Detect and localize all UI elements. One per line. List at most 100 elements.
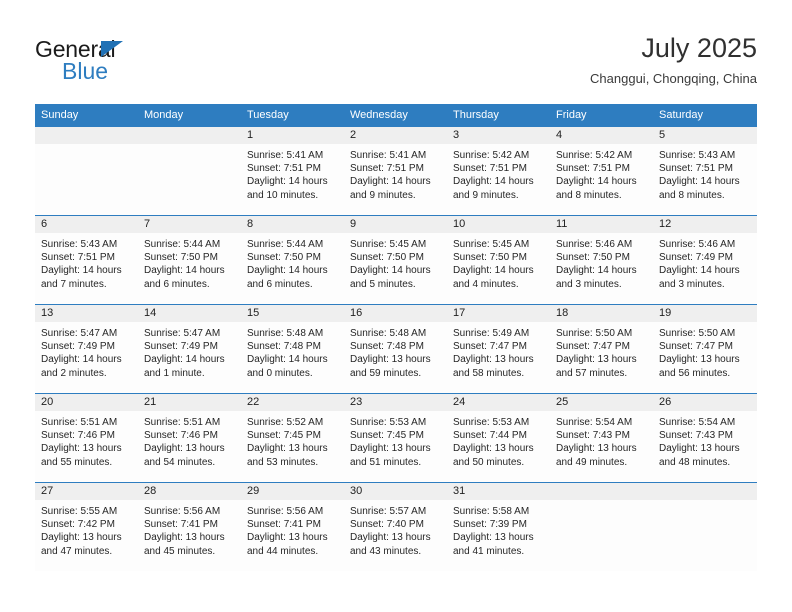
day-cell[interactable]: 10 Sunrise: 5:45 AM Sunset: 7:50 PM Dayl… (447, 215, 550, 305)
day-number: 5 (653, 127, 757, 144)
day-details: Sunrise: 5:56 AM Sunset: 7:41 PM Dayligh… (138, 500, 241, 558)
daylight-text-line1: Daylight: 13 hours (350, 532, 431, 544)
day-cell[interactable]: 14 Sunrise: 5:47 AM Sunset: 7:49 PM Dayl… (138, 304, 241, 394)
day-cell[interactable]: 28 Sunrise: 5:56 AM Sunset: 7:41 PM Dayl… (138, 482, 241, 571)
day-details: Sunrise: 5:48 AM Sunset: 7:48 PM Dayligh… (344, 322, 447, 380)
weekday-header-monday: Monday (138, 104, 241, 127)
day-cell[interactable]: 25 Sunrise: 5:54 AM Sunset: 7:43 PM Dayl… (550, 393, 653, 483)
day-cell[interactable]: 24 Sunrise: 5:53 AM Sunset: 7:44 PM Dayl… (447, 393, 550, 483)
day-cell[interactable]: 18 Sunrise: 5:50 AM Sunset: 7:47 PM Dayl… (550, 304, 653, 394)
day-number: 30 (344, 483, 447, 500)
sunset-text: Sunset: 7:45 PM (350, 430, 424, 442)
daylight-text-line2: and 1 minute. (144, 367, 205, 379)
day-number: 9 (344, 216, 447, 233)
sunset-text: Sunset: 7:46 PM (144, 430, 218, 442)
day-number: 10 (447, 216, 550, 233)
day-details (138, 144, 241, 149)
day-cell[interactable]: 7 Sunrise: 5:44 AM Sunset: 7:50 PM Dayli… (138, 215, 241, 305)
daylight-text-line1: Daylight: 14 hours (144, 265, 225, 277)
general-blue-logo[interactable]: General Blue (35, 36, 155, 84)
day-details: Sunrise: 5:41 AM Sunset: 7:51 PM Dayligh… (344, 144, 447, 202)
sunset-text: Sunset: 7:51 PM (556, 163, 630, 175)
day-cell[interactable] (138, 127, 241, 216)
sunset-text: Sunset: 7:45 PM (247, 430, 321, 442)
sunset-text: Sunset: 7:42 PM (41, 519, 115, 531)
daylight-text-line2: and 2 minutes. (41, 367, 107, 379)
sunrise-text: Sunrise: 5:49 AM (453, 328, 530, 339)
day-cell[interactable]: 29 Sunrise: 5:56 AM Sunset: 7:41 PM Dayl… (241, 482, 344, 571)
day-cell[interactable]: 11 Sunrise: 5:46 AM Sunset: 7:50 PM Dayl… (550, 215, 653, 305)
daylight-text-line2: and 53 minutes. (247, 456, 319, 468)
day-cell[interactable]: 21 Sunrise: 5:51 AM Sunset: 7:46 PM Dayl… (138, 393, 241, 483)
daylight-text-line2: and 45 minutes. (144, 545, 216, 557)
sunrise-text: Sunrise: 5:46 AM (659, 239, 736, 250)
daylight-text-line2: and 56 minutes. (659, 367, 731, 379)
day-cell[interactable]: 9 Sunrise: 5:45 AM Sunset: 7:50 PM Dayli… (344, 215, 447, 305)
weekday-header-thursday: Thursday (447, 104, 550, 127)
logo-text-blue: Blue (62, 58, 109, 84)
daylight-text-line1: Daylight: 13 hours (144, 443, 225, 455)
daylight-text-line1: Daylight: 13 hours (247, 443, 328, 455)
daylight-text-line2: and 10 minutes. (247, 189, 319, 201)
daylight-text-line2: and 51 minutes. (350, 456, 422, 468)
daylight-text-line1: Daylight: 14 hours (556, 265, 637, 277)
sunset-text: Sunset: 7:49 PM (41, 341, 115, 353)
day-cell[interactable]: 23 Sunrise: 5:53 AM Sunset: 7:45 PM Dayl… (344, 393, 447, 483)
daylight-text-line1: Daylight: 13 hours (556, 354, 637, 366)
day-details: Sunrise: 5:46 AM Sunset: 7:49 PM Dayligh… (653, 233, 757, 291)
daylight-text-line1: Daylight: 14 hours (659, 265, 740, 277)
daylight-text-line1: Daylight: 14 hours (453, 265, 534, 277)
sunrise-text: Sunrise: 5:52 AM (247, 417, 324, 428)
day-cell[interactable]: 3 Sunrise: 5:42 AM Sunset: 7:51 PM Dayli… (447, 127, 550, 216)
day-cell[interactable]: 27 Sunrise: 5:55 AM Sunset: 7:42 PM Dayl… (35, 482, 138, 571)
day-cell[interactable]: 20 Sunrise: 5:51 AM Sunset: 7:46 PM Dayl… (35, 393, 138, 483)
sunrise-text: Sunrise: 5:56 AM (144, 506, 221, 517)
daylight-text-line2: and 43 minutes. (350, 545, 422, 557)
day-details: Sunrise: 5:44 AM Sunset: 7:50 PM Dayligh… (138, 233, 241, 291)
sunrise-text: Sunrise: 5:55 AM (41, 506, 118, 517)
day-number: 17 (447, 305, 550, 322)
day-cell[interactable]: 15 Sunrise: 5:48 AM Sunset: 7:48 PM Dayl… (241, 304, 344, 394)
sunset-text: Sunset: 7:49 PM (144, 341, 218, 353)
weekday-header-friday: Friday (550, 104, 653, 127)
day-cell[interactable]: 8 Sunrise: 5:44 AM Sunset: 7:50 PM Dayli… (241, 215, 344, 305)
day-number: 7 (138, 216, 241, 233)
sunrise-text: Sunrise: 5:48 AM (350, 328, 427, 339)
day-cell[interactable]: 5 Sunrise: 5:43 AM Sunset: 7:51 PM Dayli… (653, 127, 757, 216)
triangle-icon (101, 41, 123, 57)
day-cell[interactable]: 17 Sunrise: 5:49 AM Sunset: 7:47 PM Dayl… (447, 304, 550, 394)
day-cell[interactable]: 31 Sunrise: 5:58 AM Sunset: 7:39 PM Dayl… (447, 482, 550, 571)
day-cell[interactable]: 1 Sunrise: 5:41 AM Sunset: 7:51 PM Dayli… (241, 127, 344, 216)
sunset-text: Sunset: 7:50 PM (556, 252, 630, 264)
day-number (550, 483, 653, 500)
day-cell[interactable] (653, 482, 757, 571)
day-details: Sunrise: 5:46 AM Sunset: 7:50 PM Dayligh… (550, 233, 653, 291)
day-details: Sunrise: 5:42 AM Sunset: 7:51 PM Dayligh… (447, 144, 550, 202)
day-cell[interactable]: 4 Sunrise: 5:42 AM Sunset: 7:51 PM Dayli… (550, 127, 653, 216)
sunset-text: Sunset: 7:50 PM (144, 252, 218, 264)
day-details: Sunrise: 5:55 AM Sunset: 7:42 PM Dayligh… (35, 500, 138, 558)
sunrise-text: Sunrise: 5:47 AM (41, 328, 118, 339)
day-cell[interactable]: 19 Sunrise: 5:50 AM Sunset: 7:47 PM Dayl… (653, 304, 757, 394)
day-cell[interactable]: 6 Sunrise: 5:43 AM Sunset: 7:51 PM Dayli… (35, 215, 138, 305)
sunrise-text: Sunrise: 5:56 AM (247, 506, 324, 517)
day-cell[interactable]: 30 Sunrise: 5:57 AM Sunset: 7:40 PM Dayl… (344, 482, 447, 571)
daylight-text-line1: Daylight: 14 hours (659, 176, 740, 188)
day-cell[interactable]: 26 Sunrise: 5:54 AM Sunset: 7:43 PM Dayl… (653, 393, 757, 483)
day-cell[interactable]: 22 Sunrise: 5:52 AM Sunset: 7:45 PM Dayl… (241, 393, 344, 483)
day-number: 20 (35, 394, 138, 411)
day-details: Sunrise: 5:41 AM Sunset: 7:51 PM Dayligh… (241, 144, 344, 202)
day-cell[interactable]: 13 Sunrise: 5:47 AM Sunset: 7:49 PM Dayl… (35, 304, 138, 394)
sunset-text: Sunset: 7:47 PM (659, 341, 733, 353)
day-cell[interactable]: 16 Sunrise: 5:48 AM Sunset: 7:48 PM Dayl… (344, 304, 447, 394)
day-cell[interactable] (550, 482, 653, 571)
day-cell[interactable]: 12 Sunrise: 5:46 AM Sunset: 7:49 PM Dayl… (653, 215, 757, 305)
sunrise-text: Sunrise: 5:47 AM (144, 328, 221, 339)
calendar-header-row: Sunday Monday Tuesday Wednesday Thursday… (35, 104, 757, 127)
day-number: 14 (138, 305, 241, 322)
day-cell[interactable] (35, 127, 138, 216)
daylight-text-line1: Daylight: 13 hours (41, 443, 122, 455)
sunset-text: Sunset: 7:49 PM (659, 252, 733, 264)
day-cell[interactable]: 2 Sunrise: 5:41 AM Sunset: 7:51 PM Dayli… (344, 127, 447, 216)
day-number: 26 (653, 394, 757, 411)
